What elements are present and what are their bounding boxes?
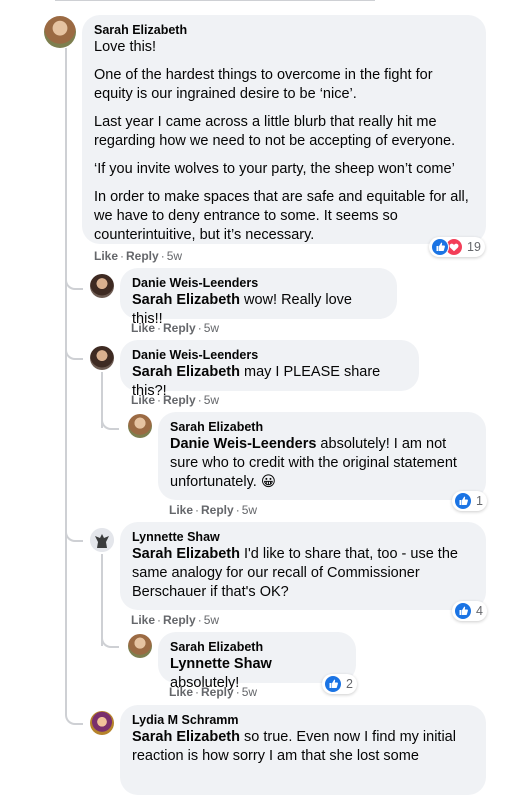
thumbs-up-icon <box>454 602 472 620</box>
avatar-sarah-elizabeth[interactable] <box>128 414 152 438</box>
separator: · <box>235 685 240 699</box>
thread-line-sub-2 <box>101 554 103 646</box>
separator: · <box>197 613 202 627</box>
thread-line-main <box>65 48 67 711</box>
separator: · <box>157 393 162 407</box>
avatar-sarah-elizabeth[interactable] <box>128 634 152 658</box>
thumbs-up-icon <box>454 492 472 510</box>
comment-bubble: Lynnette Shaw Sarah Elizabeth I'd like t… <box>120 522 486 610</box>
previous-comment-edge <box>55 0 375 7</box>
like-button[interactable]: Like <box>131 393 155 407</box>
comment-author[interactable]: Lydia M Schramm <box>132 712 474 728</box>
like-button[interactable]: Like <box>94 249 118 263</box>
reaction-count: 19 <box>467 240 481 254</box>
separator: · <box>160 249 165 263</box>
separator: · <box>197 393 202 407</box>
separator: · <box>157 613 162 627</box>
reply-button[interactable]: Reply <box>163 321 196 335</box>
timestamp[interactable]: 5w <box>204 613 219 627</box>
comment-actions: Like · Reply · 5w <box>131 320 219 336</box>
separator: · <box>195 503 200 517</box>
reply-button[interactable]: Reply <box>163 393 196 407</box>
avatar-sarah-elizabeth[interactable] <box>44 16 76 48</box>
avatar-lydia-m-schramm[interactable] <box>90 711 114 735</box>
reaction-summary[interactable]: 1 <box>452 491 487 511</box>
like-button[interactable]: Like <box>131 321 155 335</box>
mention-link[interactable]: Danie Weis-Leenders <box>170 436 316 452</box>
mention-link[interactable]: Sarah Elizabeth <box>132 364 240 380</box>
timestamp[interactable]: 5w <box>242 503 257 517</box>
like-button[interactable]: Like <box>169 503 193 517</box>
comment-actions: Like · Reply · 5w <box>169 502 257 518</box>
separator: · <box>120 249 125 263</box>
avatar-danie-weis-leenders[interactable] <box>90 274 114 298</box>
separator: · <box>197 321 202 335</box>
comment-actions: Like · Reply · 5w <box>131 612 219 628</box>
thread-curve-reply-1 <box>65 276 83 290</box>
comment-author[interactable]: Sarah Elizabeth <box>170 419 474 435</box>
thread-curve-reply-3 <box>65 528 83 542</box>
reaction-summary[interactable]: 19 <box>429 237 485 257</box>
comment-author[interactable]: Lynnette Shaw <box>132 529 474 545</box>
comment-bubble: Danie Weis-Leenders Sarah Elizabeth wow!… <box>120 268 397 327</box>
comment-actions: Like · Reply · 5w <box>169 684 257 700</box>
timestamp[interactable]: 5w <box>167 249 182 263</box>
separator: · <box>235 503 240 517</box>
mention-link[interactable]: Sarah Elizabeth <box>132 546 240 562</box>
comment-bubble: Lydia M Schramm Sarah Elizabeth so true.… <box>120 705 486 795</box>
comment-paragraph: Love this! <box>94 39 157 55</box>
comment-body: Love this! One of the hardest things to … <box>94 38 474 245</box>
reaction-summary[interactable]: 4 <box>452 601 487 621</box>
like-button[interactable]: Like <box>131 613 155 627</box>
comment-author[interactable]: Danie Weis-Leenders <box>132 347 407 363</box>
comment-paragraph: One of the hardest things to overcome in… <box>94 67 433 102</box>
comment-bubble: Danie Weis-Leenders Sarah Elizabeth may … <box>120 340 419 399</box>
mention-link[interactable]: Lynnette Shaw <box>170 656 272 672</box>
avatar-danie-weis-leenders[interactable] <box>90 346 114 370</box>
reaction-count: 4 <box>476 604 483 618</box>
comment-body: Danie Weis-Leenders absolutely! I am not… <box>170 435 474 492</box>
reaction-count: 1 <box>476 494 483 508</box>
avatar-lynnette-shaw[interactable] <box>90 528 114 552</box>
comment-body: Sarah Elizabeth so true. Even now I find… <box>132 728 474 766</box>
thread-curve-reply-4 <box>65 711 83 725</box>
comment-paragraph: ‘If you invite wolves to your party, the… <box>94 161 455 177</box>
comment-bubble: Sarah Elizabeth Danie Weis-Leenders abso… <box>158 412 486 500</box>
timestamp[interactable]: 5w <box>242 685 257 699</box>
comment-actions: Like · Reply · 5w <box>94 248 182 264</box>
reaction-summary[interactable]: 2 <box>322 674 357 694</box>
comment-author[interactable]: Sarah Elizabeth <box>94 22 474 38</box>
comment-paragraph: In order to make spaces that are safe an… <box>94 189 469 243</box>
separator: · <box>157 321 162 335</box>
timestamp[interactable]: 5w <box>204 321 219 335</box>
thread-curve-sub-2 <box>101 634 119 648</box>
comment-actions: Like · Reply · 5w <box>131 392 219 408</box>
like-button[interactable]: Like <box>169 685 193 699</box>
reply-button[interactable]: Reply <box>201 503 234 517</box>
separator: · <box>195 685 200 699</box>
comment-author[interactable]: Sarah Elizabeth <box>170 639 344 655</box>
comment-author[interactable]: Danie Weis-Leenders <box>132 275 385 291</box>
timestamp[interactable]: 5w <box>204 393 219 407</box>
comment-paragraph: Last year I came across a little blurb t… <box>94 114 456 149</box>
reply-button[interactable]: Reply <box>126 249 159 263</box>
reaction-count: 2 <box>346 677 353 691</box>
comment-bubble: Sarah Elizabeth Love this! One of the ha… <box>82 15 486 244</box>
mention-link[interactable]: Sarah Elizabeth <box>132 729 240 745</box>
thread-curve-reply-2 <box>65 346 83 360</box>
reply-button[interactable]: Reply <box>163 613 196 627</box>
thumbs-up-icon <box>324 675 342 693</box>
mention-link[interactable]: Sarah Elizabeth <box>132 292 240 308</box>
comment-body: Sarah Elizabeth I'd like to share that, … <box>132 545 474 602</box>
thumbs-up-icon <box>431 238 449 256</box>
reply-button[interactable]: Reply <box>201 685 234 699</box>
thread-curve-sub-1 <box>101 416 119 430</box>
